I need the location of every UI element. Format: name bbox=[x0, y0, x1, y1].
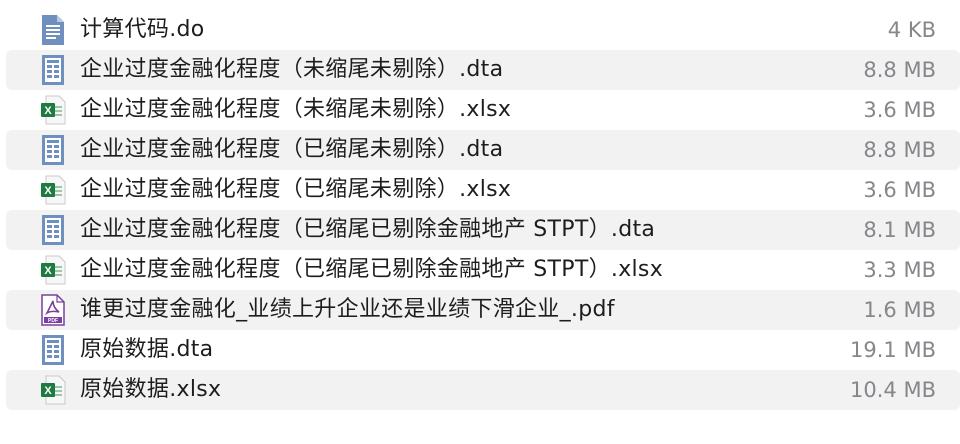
file-row[interactable]: 原始数据.dta 19.1 MB bbox=[6, 330, 960, 370]
file-name: 企业过度金融化程度（已缩尾已剔除金融地产 STPT）.dta bbox=[80, 217, 656, 242]
file-size: 1.6 MB bbox=[863, 298, 936, 322]
file-row[interactable]: 企业过度金融化程度（已缩尾未剔除）.dta 8.8 MB bbox=[6, 130, 960, 170]
file-name: 谁更过度金融化_业绩上升企业还是业绩下滑企业_.pdf bbox=[80, 297, 615, 322]
excel-icon: X bbox=[40, 254, 66, 286]
file-name: 企业过度金融化程度（已缩尾未剔除）.xlsx bbox=[80, 177, 512, 202]
excel-icon: X bbox=[40, 374, 66, 406]
file-size: 8.1 MB bbox=[863, 218, 936, 242]
text-document-icon bbox=[40, 14, 66, 46]
file-name: 企业过度金融化程度（未缩尾未剔除）.xlsx bbox=[80, 97, 512, 122]
file-size: 4 KB bbox=[887, 18, 936, 42]
svg-text:X: X bbox=[44, 265, 52, 277]
svg-text:X: X bbox=[44, 105, 52, 117]
file-size: 8.8 MB bbox=[863, 58, 936, 82]
file-name: 企业过度金融化程度（未缩尾未剔除）.dta bbox=[80, 57, 504, 82]
file-row[interactable]: 企业过度金融化程度（已缩尾已剔除金融地产 STPT）.dta 8.1 MB bbox=[6, 210, 960, 250]
file-row[interactable]: X 企业过度金融化程度（已缩尾未剔除）.xlsx 3.6 MB bbox=[6, 170, 960, 210]
file-size: 10.4 MB bbox=[850, 378, 936, 402]
excel-icon: X bbox=[40, 174, 66, 206]
file-size: 3.6 MB bbox=[863, 98, 936, 122]
file-name: 原始数据.dta bbox=[80, 337, 214, 362]
file-name: 企业过度金融化程度（已缩尾未剔除）.dta bbox=[80, 137, 504, 162]
file-row[interactable]: X 企业过度金融化程度（已缩尾已剔除金融地产 STPT）.xlsx 3.3 MB bbox=[6, 250, 960, 290]
file-row[interactable]: X 原始数据.xlsx 10.4 MB bbox=[6, 370, 960, 410]
file-row[interactable]: X 企业过度金融化程度（未缩尾未剔除）.xlsx 3.6 MB bbox=[6, 90, 960, 130]
file-size: 3.3 MB bbox=[863, 258, 936, 282]
file-row[interactable]: 计算代码.do 4 KB bbox=[6, 10, 960, 50]
svg-text:X: X bbox=[44, 185, 52, 197]
file-row[interactable]: PDF 谁更过度金融化_业绩上升企业还是业绩下滑企业_.pdf 1.6 MB bbox=[6, 290, 960, 330]
stata-data-icon bbox=[40, 54, 66, 86]
pdf-icon: PDF bbox=[40, 294, 66, 326]
svg-text:PDF: PDF bbox=[48, 318, 58, 324]
stata-data-icon bbox=[40, 214, 66, 246]
file-name: 计算代码.do bbox=[80, 17, 205, 42]
file-size: 3.6 MB bbox=[863, 178, 936, 202]
file-name: 企业过度金融化程度（已缩尾已剔除金融地产 STPT）.xlsx bbox=[80, 257, 664, 282]
svg-text:X: X bbox=[44, 385, 52, 397]
file-size: 8.8 MB bbox=[863, 138, 936, 162]
stata-data-icon bbox=[40, 134, 66, 166]
excel-icon: X bbox=[40, 94, 66, 126]
stata-data-icon bbox=[40, 334, 66, 366]
file-row[interactable]: 企业过度金融化程度（未缩尾未剔除）.dta 8.8 MB bbox=[6, 50, 960, 90]
file-name: 原始数据.xlsx bbox=[80, 377, 222, 402]
file-size: 19.1 MB bbox=[850, 338, 936, 362]
file-list: 计算代码.do 4 KB 企业过度金融化程度（未缩尾未剔除）.dta 8.8 M… bbox=[0, 10, 960, 410]
